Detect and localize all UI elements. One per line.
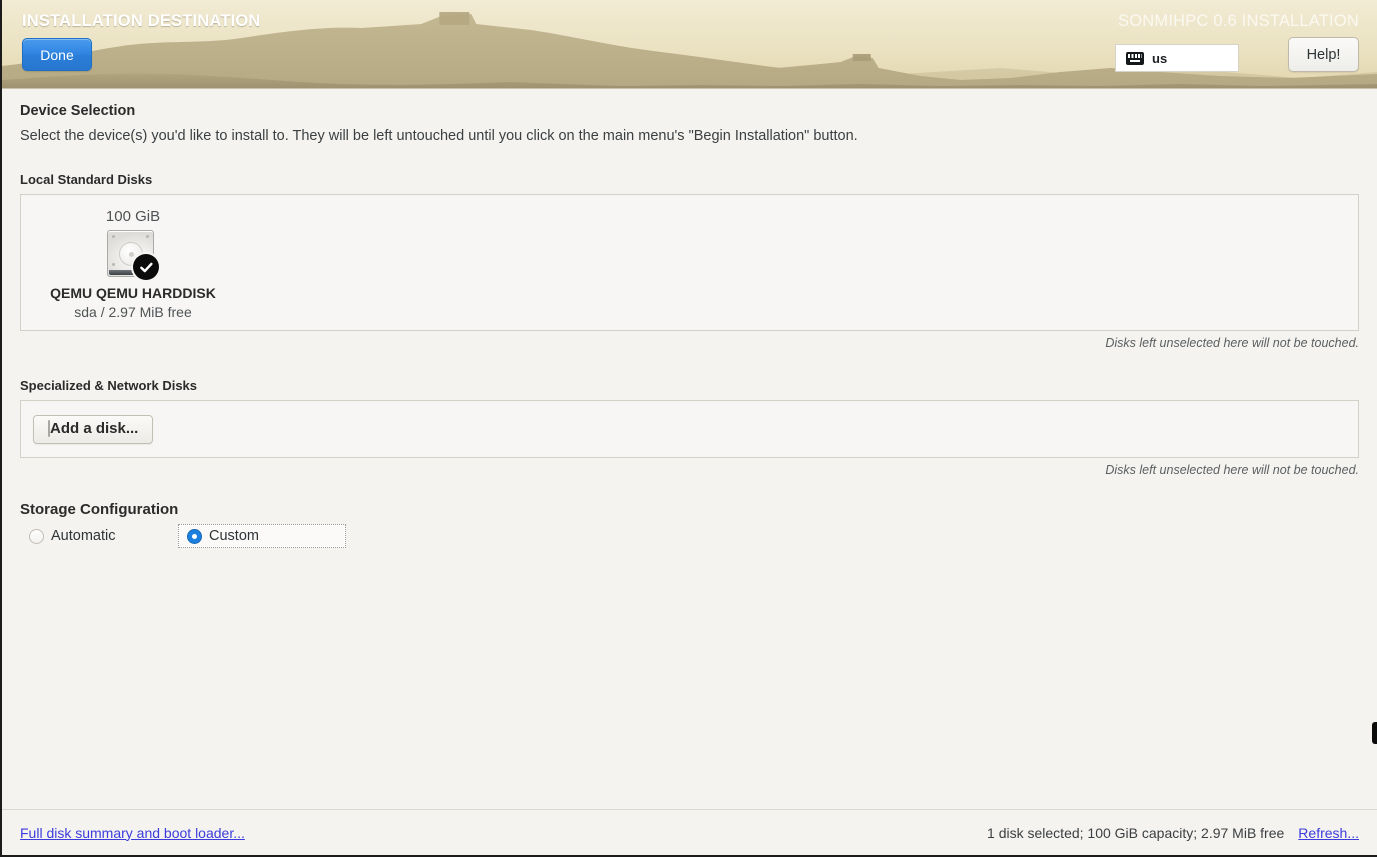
radio-automatic-mark <box>29 528 44 544</box>
installer-window: INSTALLATION DESTINATION SONMIHPC 0.6 IN… <box>0 0 1377 857</box>
product-title: SONMIHPC 0.6 INSTALLATION <box>1118 12 1359 30</box>
storage-configuration-label: Storage Configuration <box>20 501 179 518</box>
radio-automatic-label: Automatic <box>51 528 116 544</box>
disk-meta: sda / 2.97 MiB free <box>74 304 192 320</box>
local-standard-disks-label: Local Standard Disks <box>20 172 153 187</box>
footer-right-group: 1 disk selected; 100 GiB capacity; 2.97 … <box>987 825 1359 841</box>
specialized-disks-label: Specialized & Network Disks <box>20 378 198 393</box>
help-button[interactable]: Help! <box>1288 37 1359 72</box>
storage-configuration-radio-group: Automatic Custom <box>20 524 1359 548</box>
app-header: INSTALLATION DESTINATION SONMIHPC 0.6 IN… <box>2 0 1377 89</box>
radio-custom-label: Custom <box>209 528 259 544</box>
page-title: INSTALLATION DESTINATION <box>22 12 261 30</box>
keyboard-layout-indicator[interactable]: us <box>1115 44 1239 72</box>
hard-disk-icon <box>107 230 159 280</box>
device-selection-description: Select the device(s) you'd like to insta… <box>20 128 858 144</box>
disk-tile-sda[interactable]: 100 GiB QEMU QEMU HARDDISK sda / 2.97 Mi… <box>33 203 233 320</box>
keyboard-layout-label: us <box>1152 50 1168 66</box>
checkmark-badge-icon <box>133 254 159 280</box>
disk-status-text: 1 disk selected; 100 GiB capacity; 2.97 … <box>987 824 1285 841</box>
main-content: Device Selection Select the device(s) yo… <box>2 89 1377 810</box>
disk-drive-icon <box>48 419 50 437</box>
specialized-disks-note: Disks left unselected here will not be t… <box>1105 463 1359 477</box>
local-disks-note: Disks left unselected here will not be t… <box>1105 336 1359 350</box>
done-button[interactable]: Done <box>22 38 92 71</box>
footer-bar: Full disk summary and boot loader... 1 d… <box>2 809 1377 855</box>
radio-custom[interactable]: Custom <box>178 524 346 548</box>
radio-automatic[interactable]: Automatic <box>20 524 178 548</box>
disk-capacity: 100 GiB <box>105 208 161 225</box>
local-disks-panel: 100 GiB QEMU QEMU HARDDISK sda / 2.97 Mi… <box>20 194 1359 331</box>
mouse-cursor <box>1372 722 1377 744</box>
disk-name: QEMU QEMU HARDDISK <box>50 285 216 301</box>
full-disk-summary-link[interactable]: Full disk summary and boot loader... <box>20 825 245 841</box>
radio-custom-mark <box>187 528 202 544</box>
add-a-disk-button[interactable]: Add a disk... <box>33 414 154 444</box>
keyboard-icon <box>1126 51 1144 65</box>
add-a-disk-label: Add a disk... <box>50 419 139 437</box>
specialized-disks-panel: Add a disk... <box>20 400 1359 458</box>
device-selection-heading: Device Selection <box>20 103 136 119</box>
refresh-link[interactable]: Refresh... <box>1298 825 1359 841</box>
